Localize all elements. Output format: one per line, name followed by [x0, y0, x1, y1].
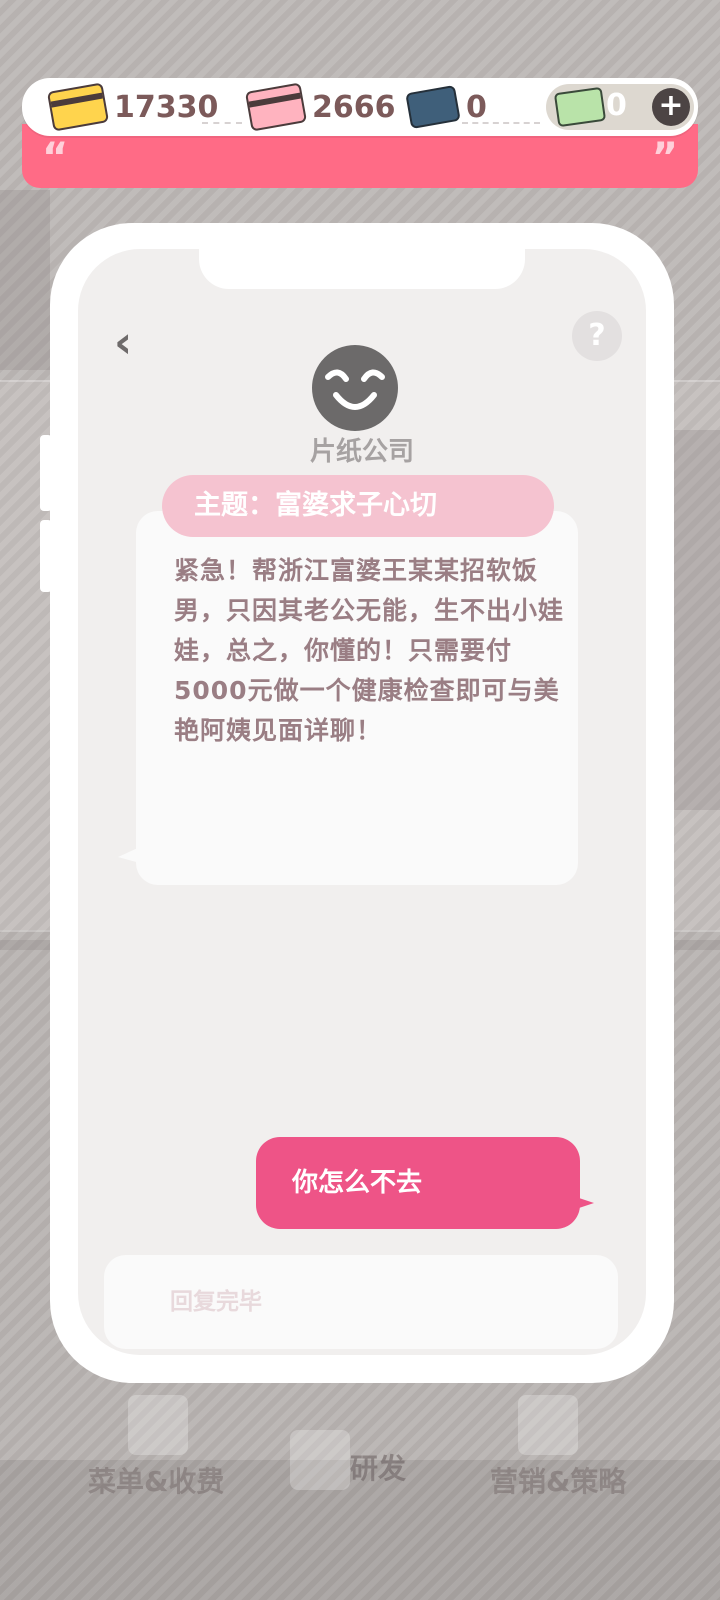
- phone-frame: ‹ ? 片纸公司 主题：富婆求子心切 紧急！帮浙江富婆王某某招软饭男，只因其老公…: [50, 223, 674, 1383]
- bottom-nav: 菜单&收费 研发 营销&策略: [0, 1375, 720, 1535]
- gold-card-counter: 17330: [46, 78, 218, 136]
- menu-icon: [128, 1395, 188, 1455]
- currency-bar: 17330 2666 0 0 +: [22, 78, 698, 136]
- nav-marketing-label[interactable]: 营销&策略: [490, 1460, 626, 1500]
- cash-card-icon: [553, 86, 607, 128]
- pink-card-counter: 2666: [244, 78, 396, 136]
- message-body: 紧急！帮浙江富婆王某某招软饭男，只因其老公无能，生不出小娃娃，总之，你懂的！只需…: [174, 556, 565, 745]
- message-subject: 主题：富婆求子心切: [162, 475, 554, 537]
- chat-screen: ‹ ? 片纸公司 主题：富婆求子心切 紧急！帮浙江富婆王某某招软饭男，只因其老公…: [78, 249, 646, 1355]
- green-card-counter: 0 +: [546, 84, 694, 130]
- help-button[interactable]: ?: [572, 311, 622, 361]
- phone-notch: [199, 249, 525, 289]
- incoming-message-tail: [118, 847, 140, 863]
- open-quote: “: [42, 135, 69, 181]
- nav-research-label[interactable]: 研发: [350, 1447, 406, 1487]
- reply-status-field[interactable]: 回复完毕: [104, 1255, 618, 1349]
- gold-card-icon: [46, 82, 110, 132]
- smiley-avatar-icon: [312, 345, 398, 431]
- back-button[interactable]: ‹: [114, 317, 132, 368]
- heart-card-icon: [244, 82, 308, 132]
- marketing-icon: [518, 1395, 578, 1455]
- ticket-card-icon: [405, 84, 461, 130]
- blue-card-counter: 0: [405, 78, 487, 136]
- research-icon: [290, 1430, 350, 1490]
- close-quote: ”: [651, 135, 678, 181]
- sender-name: 片纸公司: [309, 437, 414, 467]
- add-currency-button[interactable]: +: [652, 88, 690, 126]
- reply-option-button[interactable]: 你怎么不去: [256, 1137, 580, 1229]
- nav-menu-label[interactable]: 菜单&收费: [88, 1460, 224, 1500]
- reply-bubble-tail: [576, 1197, 594, 1209]
